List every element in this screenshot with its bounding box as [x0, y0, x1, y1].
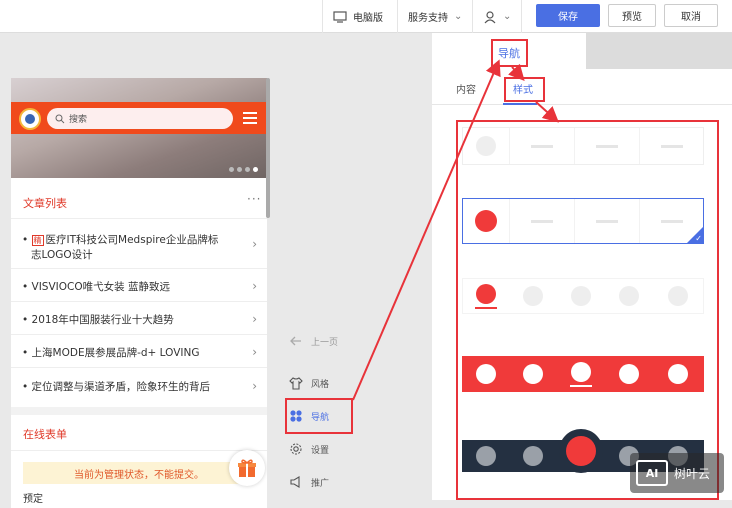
tab-divider [432, 104, 732, 105]
chevron-right-icon: › [252, 344, 257, 359]
site-logo[interactable] [19, 108, 41, 130]
article-title: 医疗IT科技公司Medspire企业品牌标 [45, 234, 219, 246]
settings-tool-label: 设置 [311, 445, 330, 456]
article-item[interactable]: • 2018年中国服装行业十大趋势 › [11, 303, 267, 335]
gift-icon[interactable] [229, 450, 265, 486]
gear-icon [290, 443, 302, 455]
article-item[interactable]: • 精医疗IT科技公司Medspire企业品牌标 志LOGO设计 › [11, 220, 267, 269]
user-menu[interactable]: ⌄ [472, 0, 523, 33]
nav-style-option-3[interactable] [462, 278, 704, 314]
article-title: 上海MODE展参展品牌-d+ LOVING [31, 347, 200, 359]
preview-button[interactable]: 预览 [608, 4, 656, 27]
arrow-left-icon [290, 336, 301, 346]
section-gap [11, 407, 267, 415]
save-button[interactable]: 保存 [536, 4, 600, 27]
article-item[interactable]: • VISVIOCO唯弋女装 蓝静致远 › [11, 270, 267, 302]
article-title: VISVIOCO唯弋女装 蓝静致远 [31, 281, 170, 293]
chevron-right-icon: › [252, 237, 257, 251]
banner-image: 搜索 [11, 78, 267, 178]
article-title: 2018年中国服装行业十大趋势 [31, 314, 174, 326]
mobile-preview: 搜索 文章列表 ··· • 精医疗IT科技公司Medspire企业品牌标 志LO… [11, 78, 267, 508]
search-placeholder: 搜索 [69, 115, 88, 125]
desktop-version-button[interactable]: 电脑版 [322, 0, 393, 33]
watermark-logo: AI 树叶云 [630, 453, 724, 493]
nav-dot [475, 210, 497, 232]
chevron-down-icon: ⌄ [454, 11, 463, 22]
article-section-title: 文章列表 [23, 197, 67, 210]
nav-tool-highlight [285, 398, 353, 434]
promote-tool-label: 推广 [311, 478, 330, 489]
settings-tool-button[interactable]: 设置 [289, 442, 329, 456]
chevron-down-icon: ⌄ [503, 11, 512, 22]
style-tab-highlight [504, 77, 545, 102]
watermark-text: 树叶云 [674, 466, 711, 481]
nav-style-option-4[interactable] [462, 356, 704, 392]
article-item[interactable]: • 定位调整与渠道矛盾，险象环生的背后 › [11, 369, 267, 403]
carousel-dots[interactable] [229, 167, 258, 172]
more-options-icon[interactable]: ··· [247, 192, 261, 206]
chevron-right-icon: › [252, 311, 257, 326]
active-tab-indicator [503, 103, 537, 105]
featured-tag: 精 [31, 235, 44, 246]
search-input[interactable]: 搜索 [47, 108, 233, 129]
nav-style-option-2[interactable]: ✓ [462, 198, 704, 244]
user-icon [484, 10, 496, 23]
prev-page-label: 上一页 [311, 337, 339, 348]
panel-title-highlight [491, 39, 528, 67]
service-support-menu[interactable]: 服务支持 ⌄ [397, 0, 472, 33]
cancel-button[interactable]: 取消 [664, 4, 718, 27]
chevron-right-icon: › [252, 278, 257, 293]
article-item[interactable]: • 上海MODE展参展品牌-d+ LOVING › [11, 336, 267, 368]
monitor-icon [333, 10, 347, 23]
top-bar: 电脑版 服务支持 ⌄ ⌄ 保存 预览 取消 [0, 0, 732, 33]
service-support-label: 服务支持 [408, 13, 448, 24]
nav-dot [476, 136, 496, 156]
panel-header-filler [586, 33, 732, 69]
promote-tool-button[interactable]: 推广 [289, 475, 329, 489]
form-section-title: 在线表单 [23, 428, 67, 441]
tab-content[interactable]: 内容 [456, 81, 476, 96]
nav-style-option-1[interactable] [462, 127, 704, 165]
search-icon [55, 114, 65, 123]
shirt-icon [289, 377, 303, 390]
article-title-cont: 志LOGO设计 [31, 249, 93, 261]
megaphone-icon [290, 476, 300, 488]
nav-dot [476, 283, 496, 304]
prev-page-button[interactable]: 上一页 [289, 334, 338, 348]
hamburger-menu-icon[interactable] [243, 112, 257, 124]
style-tool-label: 风格 [311, 379, 330, 390]
admin-notice: 当前为管理状态，不能提交。 [23, 462, 255, 484]
nav-dot [566, 436, 596, 466]
preview-scrollbar[interactable] [266, 78, 270, 218]
chevron-right-icon: › [252, 379, 257, 393]
desktop-version-label: 电脑版 [353, 13, 383, 24]
watermark-ai-logo: AI [636, 460, 668, 486]
form-field-label: 预定 [23, 494, 43, 505]
article-title: 定位调整与渠道矛盾，险象环生的背后 [31, 381, 211, 393]
style-tool-button[interactable]: 风格 [289, 376, 329, 390]
